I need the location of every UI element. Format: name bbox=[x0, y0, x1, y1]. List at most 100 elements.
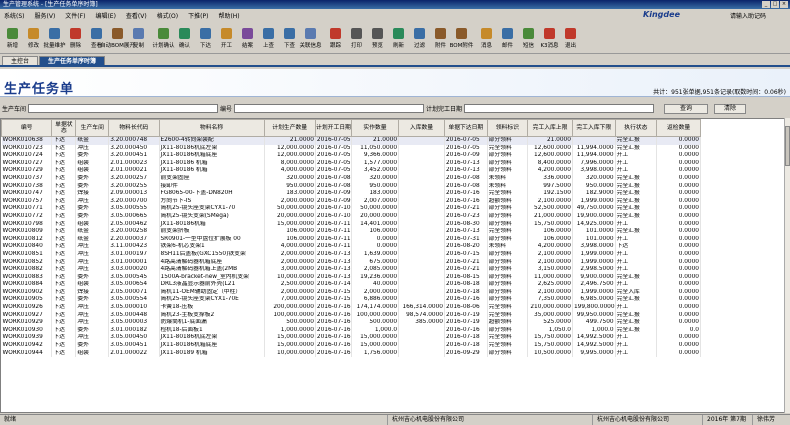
table-row[interactable]: WORK010729 下达 组装 2.01.000021 JX11-80186 机箱 4,… bbox=[1, 167, 701, 175]
table-cell: 部分领料 bbox=[487, 205, 529, 213]
table-row[interactable]: WORK010737 下达 委外 3.20.000257 前支架固座 320.0000 20… bbox=[1, 174, 701, 183]
toolbar-button-3[interactable]: 删除 bbox=[65, 26, 86, 54]
table-cell: WORK010729 bbox=[1, 167, 53, 175]
table-cell: 1,999.0000 bbox=[572, 250, 616, 259]
toolbar-button-19[interactable]: 过滤 bbox=[409, 26, 430, 54]
column-header[interactable]: 完工入库上限 bbox=[527, 119, 573, 137]
column-header[interactable]: 生产车间 bbox=[75, 119, 110, 137]
table-row[interactable]: WORK010852 下达 冲压 3.01.000001 4路高清解码器机箱底座 2,00… bbox=[1, 258, 701, 267]
toolbar-button-22[interactable]: 消息 bbox=[476, 26, 497, 54]
column-header[interactable]: 计划生产数量 bbox=[263, 119, 316, 137]
menu-item-0[interactable]: 系统(S) bbox=[4, 11, 25, 20]
table-row[interactable]: WORK010747 下达 焊接 2.09.000013 FG8065-00-下盖-DN… bbox=[1, 190, 701, 198]
tab-main-console[interactable]: 主控台 bbox=[2, 56, 39, 65]
toolbar-button-9[interactable]: 下达 bbox=[195, 26, 216, 54]
code-input[interactable] bbox=[234, 104, 425, 113]
table-row[interactable]: WORK010942 下达 委外 3.05.000451 JX11-80186机箱底座 1… bbox=[1, 342, 701, 350]
toolbar-button-12[interactable]: 上查 bbox=[258, 26, 279, 54]
toolbar-button-1[interactable]: 修改 bbox=[23, 26, 44, 54]
column-header[interactable]: 计划开工日期 bbox=[314, 119, 353, 137]
table-row[interactable]: WORK010840 下达 冲压 3.11.000423 铁架6-机芯支架1 4,000.… bbox=[1, 243, 701, 251]
table-row[interactable]: WORK010638 下达 纸金 3.20.000748 E2600-4转向架装配 21.… bbox=[1, 136, 701, 145]
table-row[interactable]: WORK010884 下达 组装 3.05.000654 DRL3液晶显示器前外壳(L2… bbox=[1, 281, 701, 289]
menu-item-2[interactable]: 文件(F) bbox=[65, 11, 85, 20]
column-header[interactable]: 单据状态 bbox=[51, 119, 77, 137]
maximize-icon[interactable]: □ bbox=[771, 1, 779, 8]
toolbar-button-8[interactable]: 确认 bbox=[174, 26, 195, 54]
scroll-thumb[interactable] bbox=[785, 126, 790, 166]
column-header[interactable]: 物料长代码 bbox=[108, 119, 160, 137]
toolbar-button-0[interactable]: 新增 bbox=[2, 26, 23, 54]
column-header[interactable]: 编号 bbox=[1, 119, 53, 137]
table-row[interactable]: WORK010939 下达 冲压 3.05.000450 JX11-80186机底左架 1… bbox=[1, 334, 701, 343]
column-header[interactable]: 单据下达日期 bbox=[443, 119, 488, 137]
table-row[interactable]: WORK010944 下达 组装 2.01.000022 JX11-80189 机箱 10… bbox=[1, 349, 701, 358]
column-header[interactable]: 实作数量 bbox=[350, 119, 400, 137]
table-row[interactable]: WORK010930 下达 委外 3.01.000182 检机18-后面板1 1,000.… bbox=[1, 326, 701, 335]
column-header[interactable]: 物料名称 bbox=[158, 119, 265, 137]
toolbar-button-20[interactable]: 附件 bbox=[430, 26, 451, 54]
toolbar-button-13[interactable]: 下查 bbox=[279, 26, 300, 54]
table-row[interactable]: WORK010723 下达 冲压 3.20.000450 JX11-80186机底左架 1… bbox=[1, 144, 701, 153]
toolbar-button-15[interactable]: 跟踪 bbox=[325, 26, 346, 54]
table-row[interactable]: WORK010772 下达 委外 3.05.000665 简机25-镜头支架(SMega… bbox=[1, 212, 701, 221]
column-header[interactable]: 返检数量 bbox=[656, 119, 701, 137]
menu-item-5[interactable]: 格式(O) bbox=[157, 11, 178, 20]
toolbar-button-14[interactable]: 关联信息 bbox=[300, 26, 322, 54]
toolbar-button-10[interactable]: 开工 bbox=[216, 26, 237, 54]
query-button[interactable]: 查询 bbox=[664, 103, 709, 114]
table-cell: 2016-07-21 bbox=[444, 258, 488, 267]
toolbar-button-17[interactable]: 预览 bbox=[367, 26, 388, 54]
close-icon[interactable]: × bbox=[780, 1, 788, 8]
tab-task-list[interactable]: 生产任务单序时簿 bbox=[39, 56, 106, 65]
menu-item-3[interactable]: 编辑(E) bbox=[95, 11, 115, 20]
clear-button[interactable]: 清除 bbox=[714, 103, 747, 114]
workshop-input[interactable] bbox=[28, 104, 219, 113]
table-row[interactable]: WORK010902 下达 焊接 2.05.000071 简机11-OEM辅助固定（中柱… bbox=[1, 288, 701, 297]
toolbar-button-18[interactable]: 刷新 bbox=[388, 26, 409, 54]
toolbar-button-4[interactable]: 查看 bbox=[86, 26, 107, 54]
table-cell: 2016-07-19 bbox=[444, 319, 488, 327]
table-row[interactable]: WORK010905 下达 委外 3.05.000554 简机25-镜头座支架CYX1-… bbox=[1, 296, 701, 305]
menu-item-4[interactable]: 查看(V) bbox=[126, 11, 147, 20]
column-header[interactable]: 执行状态 bbox=[614, 119, 658, 137]
table-row[interactable]: WORK010851 下达 冲压 3.01.000197 8SH11后盖板(GXC155… bbox=[1, 250, 701, 259]
table-row[interactable]: WORK010724 下达 委外 3.20.000451 JX11-80186机箱底座 1… bbox=[1, 152, 701, 160]
table-cell: 完全汇报 bbox=[615, 190, 658, 198]
table-row[interactable]: WORK010882 下达 冲压 3.03.000020 4路高清解码器机箱上盖(2MB… bbox=[1, 266, 701, 274]
table-row[interactable]: WORK010926 下达 冲压 3.05.000010 卡簧18-压板 200,000.… bbox=[1, 304, 701, 312]
table-row[interactable]: WORK010883 下达 委外 3.05.000545 1500A-bracket-n… bbox=[1, 273, 701, 282]
toolbar-button-6[interactable]: 复制 bbox=[128, 26, 149, 54]
toolbar-button-21[interactable]: BOM附件 bbox=[450, 26, 473, 54]
date-input[interactable] bbox=[464, 104, 655, 113]
column-header[interactable]: 完工入库下限 bbox=[571, 119, 616, 137]
table-row[interactable]: WORK010757 下达 冲压 3.20.000700 方向节下-IS 2,000.00… bbox=[1, 197, 701, 206]
table-row[interactable]: WORK010738 下达 委外 3.20.000255 接卸件 950.0000 2016… bbox=[1, 182, 701, 191]
menu-item-6[interactable]: 下推(P) bbox=[188, 11, 208, 20]
track-icon bbox=[330, 28, 341, 39]
toolbar-button-25[interactable]: K3消息 bbox=[539, 26, 560, 54]
column-header[interactable]: 领料标识 bbox=[486, 119, 529, 137]
toolbar-button-7[interactable]: 计划确认 bbox=[153, 26, 175, 54]
toolbar-button-5[interactable]: 自动BOM展开 bbox=[100, 26, 135, 54]
menu-item-7[interactable]: 帮助(H) bbox=[218, 11, 239, 20]
table-row[interactable]: WORK010771 下达 委外 3.05.000555 简机25-镜头座支架CYX1-… bbox=[1, 205, 701, 213]
table-row[interactable]: WORK010809 下达 纸金 3.20.000258 前支架挤板 106.0000 20… bbox=[1, 228, 701, 236]
table-row[interactable]: WORK010812 下达 纸金 2.20.000037 SR0901-一型中盘位扩展板… bbox=[1, 235, 701, 244]
toolbar-button-26[interactable]: 退出 bbox=[560, 26, 581, 54]
table-row[interactable]: WORK010929 下达 冲压 3.05.000003 防爆筒机1-底面漏 500.00… bbox=[1, 319, 701, 327]
table-row[interactable]: WORK010727 下达 组装 2.01.000023 JX11-80186 机箱 8,… bbox=[1, 159, 701, 168]
toolbar-button-16[interactable]: 打印 bbox=[346, 26, 367, 54]
toolbar-button-2[interactable]: 批量维护 bbox=[44, 26, 66, 54]
vertical-scrollbar[interactable] bbox=[784, 118, 790, 413]
column-header[interactable]: 入库数量 bbox=[398, 119, 445, 137]
table-row[interactable]: WORK010798 下达 组装 2.05.000462 JX11-80186机箱 15,… bbox=[1, 220, 701, 229]
toolbar-button-23[interactable]: 邮件 bbox=[497, 26, 518, 54]
toolbar-button-11[interactable]: 结案 bbox=[237, 26, 258, 54]
minimize-icon[interactable]: _ bbox=[762, 1, 770, 8]
table-cell: 2,000.0000 bbox=[264, 250, 316, 259]
table-row[interactable]: WORK010927 下达 冲压 3.05.000448 简机23-主板支撑板2 100,… bbox=[1, 311, 701, 320]
mnemonic-hint[interactable]: 请输入助记码 bbox=[730, 11, 766, 20]
toolbar-button-24[interactable]: 短信 bbox=[518, 26, 539, 54]
menu-item-1[interactable]: 服务(V) bbox=[35, 11, 56, 20]
